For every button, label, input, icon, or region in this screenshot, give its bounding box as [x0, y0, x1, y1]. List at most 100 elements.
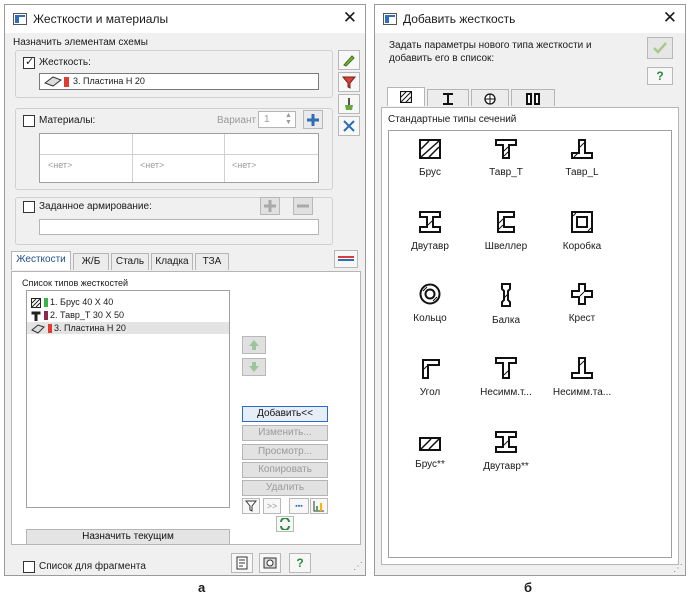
- section-beam[interactable]: Балка: [467, 283, 545, 326]
- print-preview-icon: [263, 557, 277, 569]
- check-stiffness-button[interactable]: [338, 50, 360, 70]
- scissors-icon: [343, 120, 355, 132]
- move-up-button[interactable]: [242, 336, 266, 354]
- fragment-checkbox[interactable]: [23, 561, 35, 573]
- list-item[interactable]: 1. Брус 40 X 40: [31, 296, 225, 308]
- sections-list: Брус Тавр_Т Тавр_L Двутавр Швеллер Короб…: [388, 130, 672, 558]
- brush-button[interactable]: [338, 94, 360, 114]
- move-down-button[interactable]: [242, 358, 266, 376]
- sections-panel: Стандартные типы сечений Брус Тавр_Т Тав…: [381, 107, 679, 565]
- stiffness-checkbox[interactable]: [23, 55, 35, 69]
- reinforcement-field[interactable]: [39, 219, 319, 235]
- tab-composite-sections[interactable]: [511, 89, 555, 106]
- materials-cell: <нет>: [232, 160, 257, 170]
- window-title: Жесткости и материалы: [33, 12, 169, 26]
- section-inverted-t[interactable]: Тавр_L: [543, 139, 621, 178]
- hatched-square-icon: [399, 90, 413, 104]
- close-icon[interactable]: ✕: [663, 8, 677, 28]
- tab-stiffness[interactable]: Жесткости: [11, 251, 71, 270]
- section-ring[interactable]: Кольцо: [391, 283, 469, 324]
- inverted-t-section-icon: [571, 139, 593, 159]
- rect-section-icon: [31, 297, 41, 308]
- section-rect-special[interactable]: Брус**: [391, 437, 469, 470]
- close-icon[interactable]: ✕: [343, 8, 357, 28]
- color-scheme-button[interactable]: [334, 250, 358, 268]
- section-i-beam-special[interactable]: Двутавр**: [467, 431, 545, 472]
- section-label: Брус**: [415, 459, 445, 470]
- instructions-text: Задать параметры нового типа жесткости и…: [389, 40, 592, 64]
- resize-grip-icon[interactable]: ⋰: [673, 563, 683, 574]
- section-i-beam[interactable]: Двутавр: [391, 211, 469, 252]
- section-label: Тавр_L: [565, 167, 599, 178]
- section-asym-t[interactable]: Несимм.т...: [467, 357, 545, 398]
- refresh-button[interactable]: [276, 516, 294, 532]
- document-button[interactable]: [231, 553, 253, 573]
- t-section-icon: [495, 139, 517, 159]
- assign-label: Назначить элементам схемы: [13, 37, 148, 48]
- list-item[interactable]: 3. Пластина Н 20: [27, 322, 229, 334]
- tab-reinforced-concrete[interactable]: Ж/Б: [73, 253, 109, 270]
- tab-rect-sections[interactable]: [387, 87, 425, 106]
- rect-section-icon: [419, 139, 441, 159]
- add-reinforcement-button[interactable]: [260, 197, 280, 215]
- tab-profile-sections[interactable]: [427, 89, 469, 106]
- materials-checkbox[interactable]: [23, 115, 35, 127]
- section-label: Несимм.та...: [552, 387, 612, 398]
- section-cross[interactable]: Крест: [543, 283, 621, 324]
- item-label: 1. Брус 40 X 40: [50, 297, 114, 307]
- fragment-label: Список для фрагмента: [39, 561, 146, 572]
- sort-button[interactable]: [310, 498, 328, 514]
- chart-icon: [313, 501, 324, 512]
- help-icon: ?: [296, 556, 304, 570]
- tab-tza[interactable]: ТЗА: [195, 253, 229, 270]
- add-material-button[interactable]: [303, 110, 323, 129]
- stiffness-list[interactable]: 1. Брус 40 X 40 2. Тавр_Т 30 X 50 3. Пла…: [26, 290, 230, 508]
- title-bar[interactable]: Жесткости и материалы ✕: [5, 5, 365, 33]
- item-color-swatch: [43, 311, 48, 321]
- help-button[interactable]: ?: [647, 67, 673, 85]
- cancel-assign-button[interactable]: [338, 116, 360, 136]
- section-label: Балка: [491, 315, 521, 326]
- forward-button[interactable]: >>: [263, 498, 281, 514]
- document-icon: [236, 556, 248, 570]
- delete-button[interactable]: Удалить: [242, 480, 328, 496]
- materials-divider: [132, 134, 133, 182]
- resize-grip-icon[interactable]: ⋰: [353, 561, 363, 572]
- section-box[interactable]: Коробка: [543, 211, 621, 252]
- variant-field[interactable]: 1 ▲ ▼: [258, 111, 296, 128]
- section-angle[interactable]: Угол: [391, 357, 469, 398]
- filter-button[interactable]: [338, 72, 360, 92]
- filter-list-button[interactable]: [242, 498, 260, 514]
- title-bar[interactable]: Добавить жесткость ✕: [375, 5, 685, 33]
- arrow-up-icon: [249, 340, 259, 350]
- section-header: Стандартные типы сечений: [388, 114, 517, 125]
- tab-round-sections[interactable]: [471, 89, 509, 106]
- edit-button[interactable]: Изменить...: [242, 425, 328, 441]
- numbering-button[interactable]: ▪▪▪: [289, 498, 309, 514]
- window-icon: [383, 13, 397, 25]
- section-t[interactable]: Тавр_Т: [467, 139, 545, 178]
- reinforcement-checkbox[interactable]: [23, 201, 35, 213]
- double-beam-icon: [526, 93, 540, 105]
- list-item[interactable]: 2. Тавр_Т 30 X 50: [31, 309, 225, 321]
- stiffness-field[interactable]: 3. Пластина Н 20: [39, 73, 319, 90]
- confirm-button[interactable]: [647, 37, 673, 59]
- window-icon: [13, 13, 27, 25]
- tab-masonry[interactable]: Кладка: [151, 253, 193, 270]
- help-button[interactable]: ?: [289, 553, 311, 573]
- remove-reinforcement-button[interactable]: [293, 197, 313, 215]
- color-bars-icon: [338, 256, 354, 261]
- print-button[interactable]: [259, 553, 281, 573]
- view-button[interactable]: Просмотр...: [242, 444, 328, 460]
- section-channel[interactable]: Швеллер: [467, 211, 545, 252]
- tab-steel[interactable]: Сталь: [111, 253, 149, 270]
- section-asym-t-inverted[interactable]: Несимм.та...: [543, 357, 621, 398]
- copy-button[interactable]: Копировать: [242, 462, 328, 478]
- section-rect[interactable]: Брус: [391, 139, 469, 178]
- variant-spin-icon[interactable]: ▲ ▼: [285, 112, 292, 126]
- asym-t-inverted-section-icon: [571, 357, 593, 379]
- assign-current-button[interactable]: Назначить текущим: [26, 529, 230, 545]
- materials-table[interactable]: <нет> <нет> <нет>: [39, 133, 319, 183]
- add-button[interactable]: Добавить<<: [242, 406, 328, 422]
- i-beam-icon: [443, 93, 453, 105]
